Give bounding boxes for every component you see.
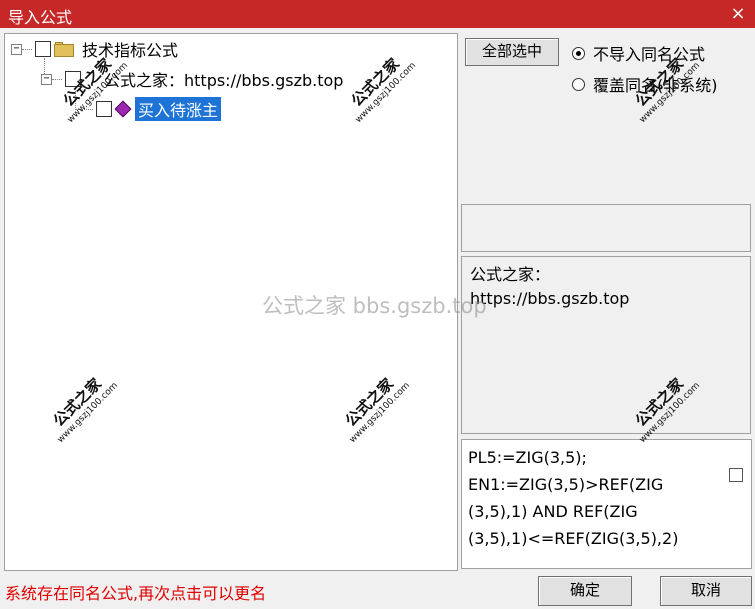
- collapse-icon[interactable]: −: [41, 73, 52, 85]
- radio-overwrite-label: 覆盖同名(非系统): [593, 76, 718, 95]
- radio-overwrite[interactable]: 覆盖同名(非系统): [572, 72, 718, 96]
- radio-skip-duplicates[interactable]: 不导入同名公式: [572, 41, 705, 65]
- formula-checkbox[interactable]: [96, 101, 112, 117]
- tree-node-label: 技术指标公式: [82, 41, 179, 60]
- tree-node-group[interactable]: − 公式之家：https://bbs.gszb.top: [41, 68, 343, 90]
- tree-connector: [52, 78, 62, 80]
- tree-connector: [75, 108, 93, 110]
- radio-skip-label: 不导入同名公式: [593, 45, 706, 64]
- root-checkbox[interactable]: [35, 41, 51, 57]
- window-title: 导入公式: [8, 8, 73, 27]
- tree-connector: [22, 48, 32, 50]
- folder-icon: [54, 41, 74, 57]
- tree-node-label: 公式之家：https://bbs.gszb.top: [104, 71, 344, 90]
- code-panel-checkbox[interactable]: [729, 468, 743, 482]
- code-line: PL5:=ZIG(3,5);: [468, 448, 587, 467]
- info-line: https://bbs.gszb.top: [470, 289, 630, 308]
- group-icon: [84, 72, 98, 86]
- formula-info-panel: 公式之家： https://bbs.gszb.top: [461, 256, 751, 434]
- collapse-icon[interactable]: −: [11, 43, 22, 55]
- tree-node-label: 买入待涨主: [135, 97, 222, 121]
- ok-button[interactable]: 确定: [538, 576, 632, 606]
- select-all-button[interactable]: 全部选中: [465, 38, 559, 66]
- group-checkbox[interactable]: [65, 71, 81, 87]
- code-line: (3,5),1)<=REF(ZIG(3,5),2): [468, 529, 679, 548]
- tree-node-root[interactable]: − 技术指标公式: [11, 38, 178, 60]
- tree-node-formula[interactable]: 买入待涨主: [75, 97, 222, 121]
- formula-code-panel[interactable]: PL5:=ZIG(3,5); EN1:=ZIG(3,5)>REF(ZIG (3,…: [461, 439, 752, 569]
- title-bar: 导入公式 ×: [0, 0, 755, 28]
- cancel-button[interactable]: 取消: [660, 576, 752, 606]
- radio-skip-icon[interactable]: [572, 46, 585, 60]
- watermark-text: 公式之家 bbs.gszb.top: [262, 294, 487, 318]
- code-line: EN1:=ZIG(3,5)>REF(ZIG: [468, 475, 664, 494]
- rename-field[interactable]: [461, 204, 751, 252]
- code-line: (3,5),1) AND REF(ZIG: [468, 502, 638, 521]
- radio-overwrite-icon[interactable]: [572, 77, 585, 91]
- info-line: 公式之家：: [470, 265, 551, 284]
- formula-icon: [114, 100, 132, 118]
- status-message: 系统存在同名公式,再次点击可以更名: [5, 584, 267, 603]
- close-icon[interactable]: ×: [727, 3, 749, 25]
